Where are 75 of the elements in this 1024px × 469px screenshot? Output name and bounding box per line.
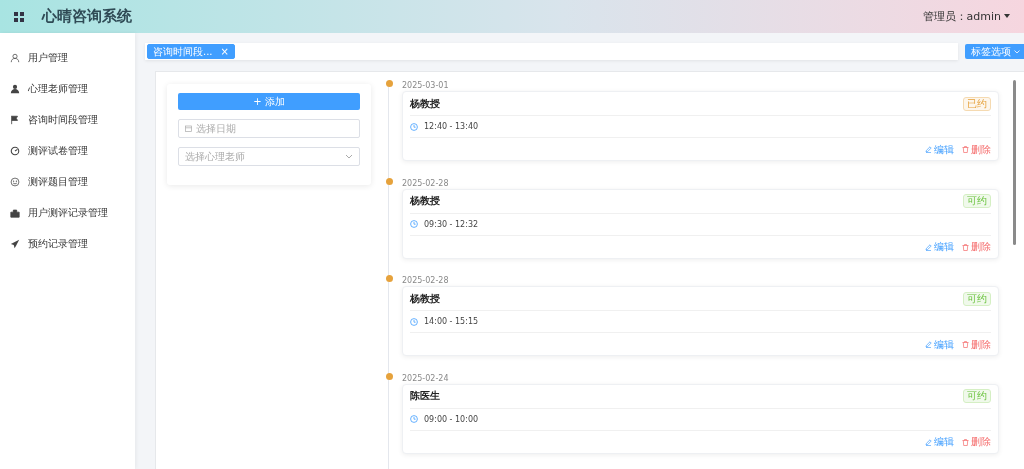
teacher-select[interactable]: 选择心理老师 [178,147,360,166]
pencil-icon [925,341,932,348]
timeline-dot [385,177,393,185]
timeline-dot [385,80,393,87]
status-tag: 可约 [963,291,991,306]
pencil-icon [925,146,932,153]
status-tag: 可约 [963,194,991,208]
sidebar-item[interactable]: 咨询时间段管理 [0,104,135,135]
caret-down-icon[interactable] [1004,14,1010,19]
close-icon[interactable]: × [220,45,229,58]
trash-icon [962,146,969,153]
sidebar-label: 用户管理 [28,50,68,65]
status-tag: 已约 [963,96,991,111]
time-range: 14:00 - 15:15 [424,317,479,326]
slot-date: 2025-02-24 [402,372,450,384]
calendar-icon [185,125,192,132]
user-icon [10,52,20,63]
scrollbar[interactable] [1013,80,1016,245]
teacher-name: 杨教授 [410,291,440,306]
sidebar-item[interactable]: 用户测评记录管理 [0,197,135,228]
slot-date: 2025-02-28 [402,275,450,286]
delete-link[interactable]: 删除 [962,142,991,157]
grid-menu-icon[interactable] [14,11,24,22]
gauge-icon [10,145,20,156]
edit-link[interactable]: 编辑 [925,435,954,449]
time-range: 09:30 - 12:32 [424,219,479,229]
pencil-icon [925,438,932,446]
edit-link[interactable]: 编辑 [925,142,954,157]
chevron-down-icon [1014,49,1020,54]
sidebar-label: 测评题目管理 [28,174,88,189]
status-tag: 可约 [963,389,991,403]
sidebar-item[interactable]: 心理老师管理 [0,73,135,104]
briefcase-icon [10,207,20,218]
sidebar-item[interactable]: 测评试卷管理 [0,135,135,166]
delete-link[interactable]: 删除 [962,337,991,352]
edit-link[interactable]: 编辑 [925,337,954,352]
slot-date: 2025-03-01 [402,80,450,91]
user-menu[interactable]: 管理员：admin [922,9,1001,24]
delete-link[interactable]: 删除 [962,435,991,449]
sidebar-label: 测评试卷管理 [28,143,88,158]
teacher-name: 杨教授 [410,194,440,208]
paper-plane-icon [10,238,20,249]
app-title: 心晴咨询系统 [42,7,132,26]
smiley-icon [10,176,20,187]
tag-options-button[interactable]: 标签选项 [965,44,1024,59]
sidebar-item[interactable]: 测评题目管理 [0,166,135,197]
time-range: 09:00 - 10:00 [424,414,479,424]
sidebar-label: 心理老师管理 [28,81,88,96]
date-field[interactable]: 选择日期 [178,119,360,138]
timeline-dot [385,275,393,282]
timeline-dot [385,372,393,380]
chevron-down-icon [345,154,353,159]
pencil-icon [925,243,932,251]
teacher-name: 陈医生 [410,389,440,403]
clock-icon [410,122,418,131]
edit-link[interactable]: 编辑 [925,240,954,254]
slot-date: 2025-02-28 [402,177,450,189]
trash-icon [962,438,969,446]
sidebar-item[interactable]: 预约记录管理 [0,228,135,259]
sidebar-item[interactable]: 用户管理 [0,42,135,73]
time-range: 12:40 - 13:40 [424,122,479,131]
clock-icon [410,415,418,423]
page-tab[interactable]: 咨询时间段... × [147,44,235,59]
sidebar-label: 咨询时间段管理 [28,112,98,127]
add-button[interactable]: + 添加 [178,93,360,110]
trash-icon [962,243,969,251]
teacher-name: 杨教授 [410,96,440,111]
trash-icon [962,341,969,348]
flag-icon [10,114,20,125]
clock-icon [410,220,418,228]
clock-icon [410,317,418,326]
sidebar-label: 预约记录管理 [28,236,88,251]
delete-link[interactable]: 删除 [962,240,991,254]
sidebar-label: 用户测评记录管理 [28,205,108,220]
user-icon [10,83,20,94]
